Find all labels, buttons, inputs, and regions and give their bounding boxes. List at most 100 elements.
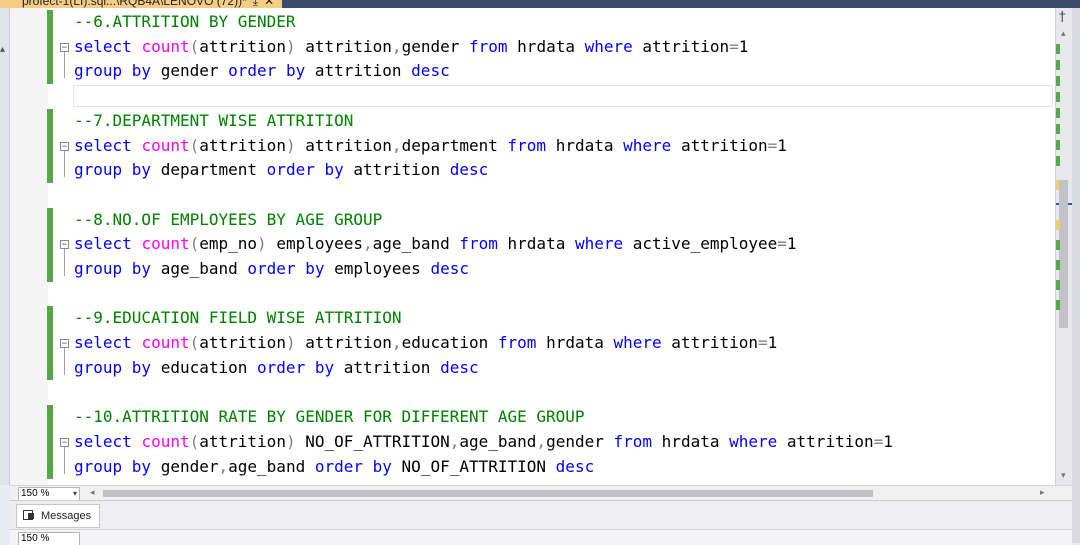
code-line[interactable]: group by department order by attrition d… [74,160,488,180]
code-line[interactable]: --8.NO.OF EMPLOYEES BY AGE GROUP [74,210,382,230]
fold-guide-line [64,150,65,178]
code-token: ) [285,135,296,155]
scroll-left-icon[interactable]: ◂ [90,487,95,498]
code-token: education [401,333,498,353]
left-panel-edge: ▴ [0,8,10,485]
code-token: order [257,357,315,377]
chevron-down-icon[interactable]: ▾ [73,488,77,500]
code-token: = [729,36,739,56]
code-token: hrdata [517,36,585,56]
code-token: where [613,333,672,353]
scroll-down-icon[interactable]: ▾ [1061,470,1066,481]
collapse-icon[interactable]: − [60,437,69,447]
code-token: from [459,234,508,254]
messages-tab[interactable]: Messages [16,504,101,528]
collapse-arrow-icon[interactable]: ▴ [0,44,5,55]
code-token: emp_no [199,234,258,254]
code-token: 1 [738,36,749,56]
code-comment: --6.ATTRITION BY GENDER [74,12,296,31]
code-line[interactable]: group by gender,age_band order by NO_OF_… [74,457,594,477]
collapse-icon[interactable]: − [60,141,69,151]
code-token: count [141,36,190,56]
pin-icon[interactable]: ⤓ [253,0,258,8]
code-line[interactable]: select count(attrition) attrition,depart… [74,136,787,156]
code-token: desc [555,456,595,476]
code-line[interactable]: --7.DEPARTMENT WISE ATTRITION [74,111,353,131]
code-token: order [266,160,325,180]
code-token: group [74,61,132,81]
code-token: 1 [883,431,893,451]
code-token: attrition [295,36,392,56]
change-marker [1056,300,1060,310]
code-token: active_employee [632,234,778,254]
code-token: by [131,456,161,476]
code-token: gender [401,36,469,56]
code-token: select [74,431,142,451]
code-token: attrition [199,135,286,155]
vertical-scroll-thumb[interactable] [1059,180,1068,328]
code-token: , [363,234,373,254]
code-token: attrition [199,431,286,451]
code-line[interactable]: select count(attrition) attrition,gender… [74,37,748,57]
results-zoom-select[interactable]: 150 % [18,532,80,545]
code-line[interactable]: --9.EDUCATION FIELD WISE ATTRITION [74,308,402,328]
code-token: where [574,234,633,254]
collapse-icon[interactable]: − [60,339,69,349]
code-line[interactable]: group by age_band order by employees des… [74,259,469,279]
code-token: count [141,135,190,155]
code-token: = [777,234,787,254]
code-token: ( [189,135,200,155]
code-line[interactable]: --6.ATTRITION BY GENDER [74,12,296,32]
split-window-icon[interactable]: † [1059,10,1066,25]
code-token: attrition [343,357,441,377]
horizontal-scroll-thumb[interactable] [103,490,873,497]
document-tab[interactable]: profect-1(LI).sql...\RQB4A\LENOVO (72))*… [0,0,283,8]
change-indicator-bar [47,108,53,183]
messages-tab-label: Messages [41,510,92,522]
scroll-right-icon[interactable]: ▸ [1040,487,1045,498]
change-indicator-bar [47,10,53,85]
close-icon[interactable]: ✕ [264,0,274,8]
code-line[interactable]: select count(attrition) attrition,educat… [74,333,777,353]
code-token: attrition [199,36,286,56]
code-token: order [314,456,373,476]
vertical-scrollbar[interactable]: † ▴ ▾ [1055,8,1073,485]
code-token: ( [189,36,200,56]
change-marker [1056,280,1060,290]
unsaved-marker [1056,220,1060,230]
collapse-icon[interactable]: − [60,42,69,52]
change-indicator-bar [47,306,53,381]
code-token: from [497,333,547,353]
change-marker [1056,108,1060,118]
editor-status-bar: 150 % ▾ ◂ ▸ [10,485,1072,501]
collapse-icon[interactable]: − [60,240,69,250]
code-line[interactable]: group by gender order by attrition desc [74,61,450,81]
fold-guide-line [64,51,65,79]
code-line[interactable]: --10.ATTRITION RATE BY GENDER FOR DIFFER… [74,407,585,427]
code-token: by [285,61,315,81]
code-token: hrdata [507,234,575,254]
change-indicator-bar [47,207,53,282]
code-token: , [391,36,402,56]
fold-guide-line [64,348,65,375]
code-line[interactable]: select count(emp_no) employees,age_band … [74,234,797,254]
sql-editor[interactable]: --6.ATTRITION BY GENDER select count(attr… [10,8,1055,485]
code-line[interactable]: group by education order by attrition de… [74,358,479,378]
code-token: 1 [786,234,797,254]
code-token: gender [160,61,229,81]
code-token: 1 [767,333,778,353]
code-token: age_band [372,234,460,254]
code-line[interactable]: select count(attrition) NO_OF_ATTRITION,… [74,432,893,452]
code-comment: --7.DEPARTMENT WISE ATTRITION [74,110,354,130]
code-token: = [758,333,768,353]
document-tab-title: profect-1(LI).sql...\RQB4A\LENOVO (72))* [22,0,247,8]
code-comment: --9.EDUCATION FIELD WISE ATTRITION [74,308,402,328]
code-token: employees [266,234,364,254]
code-token: where [584,36,643,56]
code-token: by [324,160,354,180]
code-token: group [74,456,132,476]
code-token: age_band [459,431,537,451]
zoom-select[interactable]: 150 % ▾ [18,487,80,501]
code-token: attrition [199,333,286,353]
scroll-up-icon[interactable]: ▴ [1061,28,1066,39]
